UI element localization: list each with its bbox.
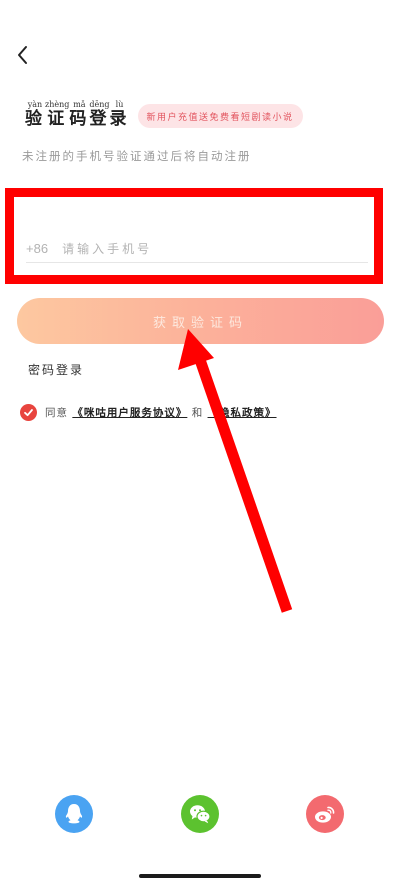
qq-login-button[interactable]: [55, 795, 93, 833]
phone-row: +86: [26, 241, 368, 263]
privacy-policy-link[interactable]: 《隐私政策》: [208, 407, 277, 419]
country-code[interactable]: +86: [26, 241, 48, 256]
user-agreement-link[interactable]: 《咪咕用户服务协议》: [72, 407, 187, 419]
qq-icon: [65, 804, 83, 824]
agreement-prefix: 同意: [45, 407, 68, 419]
agreement-checkbox[interactable]: [20, 404, 37, 421]
promo-badge[interactable]: 新用户充值送免费看短剧读小说: [137, 104, 303, 128]
annotation-arrow-icon: [178, 329, 293, 613]
title-row: 验yàn证zhèng码mǎ登dēng录lù 新用户充值送免费看短剧读小说: [25, 100, 303, 129]
checkmark-icon: [24, 409, 33, 417]
page-title: 验yàn证zhèng码mǎ登dēng录lù: [25, 100, 130, 129]
agreement-conjunction: 和: [191, 407, 204, 419]
wechat-login-button[interactable]: [181, 795, 219, 833]
phone-input[interactable]: [62, 242, 323, 256]
back-button[interactable]: [10, 40, 34, 70]
weibo-login-button[interactable]: [306, 795, 344, 833]
get-code-button[interactable]: 获取验证码: [17, 298, 384, 344]
agreement-text: 同意 《咪咕用户服务协议》 和 《隐私政策》: [45, 405, 277, 420]
chevron-left-icon: [18, 46, 27, 64]
subtitle: 未注册的手机号验证通过后将自动注册: [22, 149, 252, 163]
phone-input-highlight-box: +86: [5, 188, 383, 284]
home-indicator: [139, 874, 261, 878]
agreement-row: 同意 《咪咕用户服务协议》 和 《隐私政策》: [20, 404, 277, 421]
password-login-link[interactable]: 密码登录: [28, 361, 84, 378]
wechat-icon: [190, 805, 211, 824]
weibo-icon: [315, 806, 335, 823]
get-code-label: 获取验证码: [152, 314, 248, 330]
